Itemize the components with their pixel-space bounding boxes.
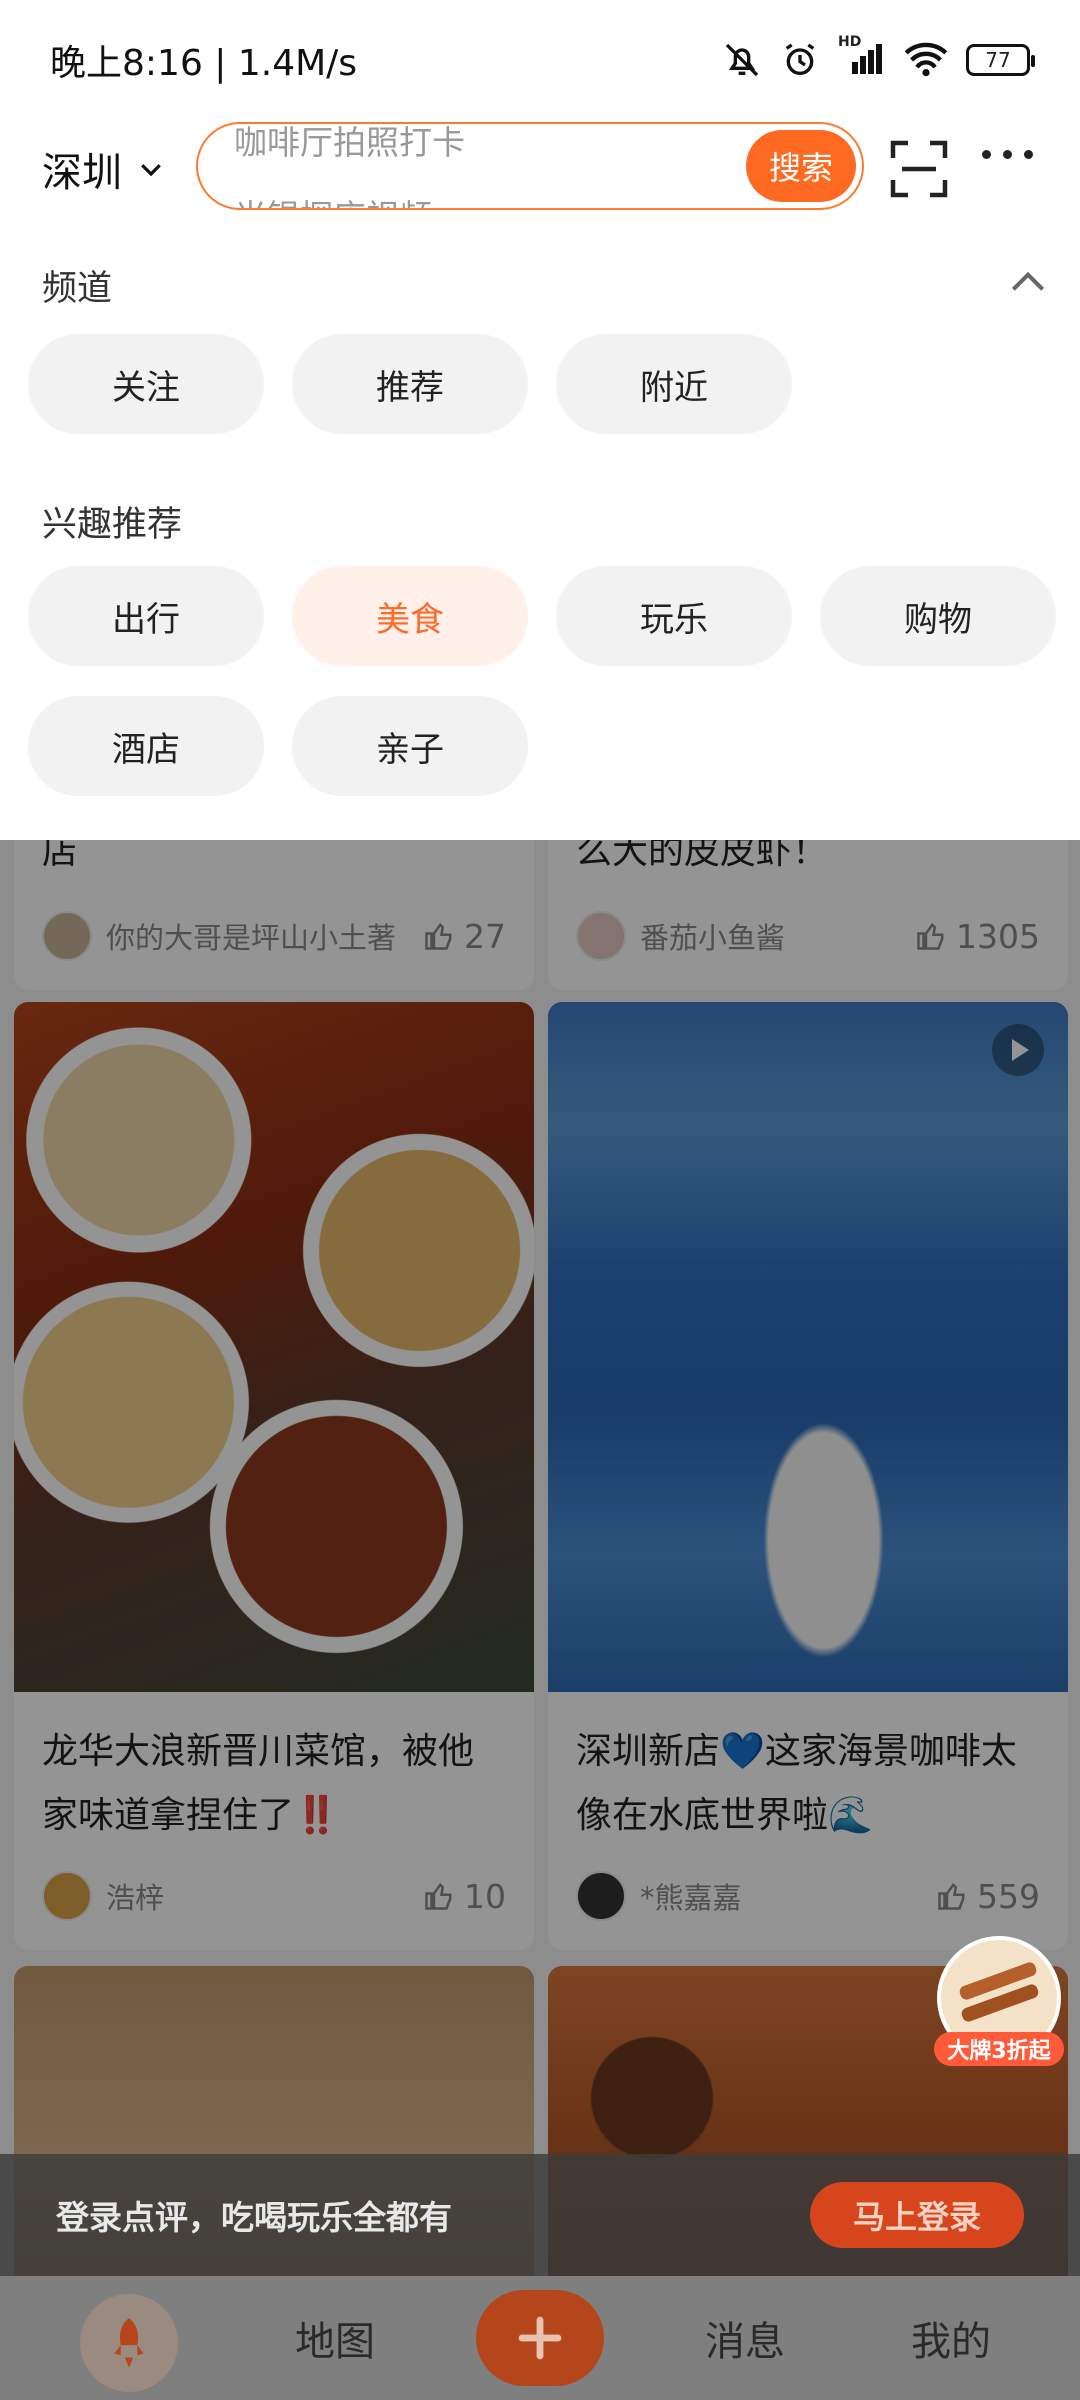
promo-badge[interactable]: 大牌3折起 [928, 1936, 1070, 2074]
status-icons: HD 77 [722, 34, 1035, 80]
wifi-icon [904, 42, 948, 77]
signal-icon: HD [838, 34, 886, 80]
login-button[interactable]: 马上登录 [810, 2182, 1024, 2248]
nav-home[interactable] [80, 2294, 178, 2392]
status-time: 晚上8:16 | 1.4M/s [50, 43, 358, 84]
chip-channel-recommend[interactable]: 推荐 [292, 334, 528, 434]
chevron-down-icon [141, 164, 161, 177]
channel-panel: 深圳 咖啡厅拍照打卡 光锟探店视频 搜索 频道 关注 推荐 附近 兴趣推荐 出行… [0, 120, 1080, 840]
nav-add[interactable] [476, 2290, 604, 2386]
plus-icon [518, 2316, 562, 2360]
chevron-up-icon[interactable] [1006, 260, 1050, 304]
nav-messages[interactable]: 消息 [660, 2276, 830, 2400]
rocket-icon [114, 2318, 144, 2368]
nav-map[interactable]: 地图 [250, 2276, 420, 2400]
login-banner-text: 登录点评，吃喝玩乐全都有 [56, 2198, 452, 2237]
chip-interest-food[interactable]: 美食 [292, 566, 528, 666]
search-input[interactable]: 咖啡厅拍照打卡 光锟探店视频 搜索 [196, 122, 864, 210]
nav-me[interactable]: 我的 [866, 2276, 1036, 2400]
bottom-nav: 地图 消息 我的 [0, 2276, 1080, 2400]
chip-interest-travel[interactable]: 出行 [28, 566, 264, 666]
chip-interest-shopping[interactable]: 购物 [820, 566, 1056, 666]
chip-interest-family[interactable]: 亲子 [292, 696, 528, 796]
battery-level: 77 [985, 48, 1011, 72]
search-hint-top: 咖啡厅拍照打卡 [234, 123, 465, 162]
search-row: 深圳 咖啡厅拍照打卡 光锟探店视频 搜索 [0, 120, 1080, 220]
hd-label: HD [838, 34, 862, 50]
chip-channel-follow[interactable]: 关注 [28, 334, 264, 434]
interests-label: 兴趣推荐 [42, 505, 183, 545]
login-banner: 登录点评，吃喝玩乐全都有 马上登录 [0, 2154, 1080, 2276]
chip-interest-fun[interactable]: 玩乐 [556, 566, 792, 666]
search-button[interactable]: 搜索 [746, 130, 856, 202]
status-bar: 晚上8:16 | 1.4M/s HD 77 [0, 0, 1080, 120]
scan-icon[interactable] [890, 140, 948, 198]
city-label: 深圳 [42, 150, 122, 196]
city-selector[interactable]: 深圳 [42, 140, 166, 198]
promo-label: 大牌3折起 [947, 2039, 1051, 2064]
chip-interest-hotel[interactable]: 酒店 [28, 696, 264, 796]
alarm-icon [785, 43, 815, 75]
battery-icon: 77 [966, 44, 1035, 76]
more-icon[interactable] [982, 150, 1033, 159]
search-hint-bottom: 光锟探店视频 [234, 190, 432, 208]
chip-channel-nearby[interactable]: 附近 [556, 334, 792, 434]
channels-label: 频道 [42, 269, 113, 309]
mute-bell-icon [725, 43, 759, 77]
